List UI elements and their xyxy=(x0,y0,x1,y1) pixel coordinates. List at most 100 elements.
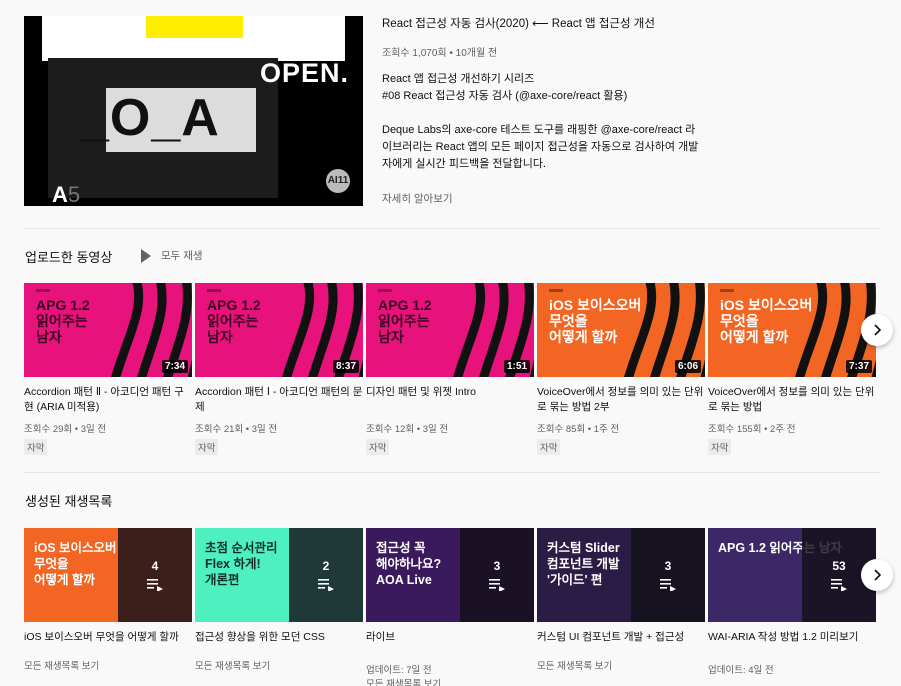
video-card[interactable]: iOS 보이스오버 무엇을 어떻게 할까 7:37 VoiceOver에서 정보를 … xyxy=(708,283,876,456)
video-duration: 7:37 xyxy=(845,360,872,373)
playlist-count-overlay: 3 xyxy=(460,528,534,622)
playlists-next-button[interactable] xyxy=(861,559,893,591)
video-thumbnail[interactable]: APG 1.2 읽어주는 남자 7:34 xyxy=(24,283,192,377)
playlist-count: 3 xyxy=(664,559,672,573)
play-all-label: 모두 재생 xyxy=(161,250,203,262)
caption-badge: 자막 xyxy=(708,439,732,455)
featured-video-description: React 앱 접근성 개선하기 시리즈 #08 React 접근성 자동 검사… xyxy=(382,73,699,170)
thumbnail-text: APG 1.2 읽어주는 남자 xyxy=(378,297,432,345)
playlist-updated: 업데이트: 7일 전 xyxy=(366,665,432,676)
playlist-thumbnail[interactable]: iOS 보이스오버 무엇을 어떻게 할까 4 xyxy=(24,528,192,622)
video-duration: 6:06 xyxy=(674,360,701,373)
video-card[interactable]: iOS 보이스오버 무엇을 어떻게 할까 6:06 VoiceOver에서 정보를 … xyxy=(537,283,705,456)
playlist-thumbnail[interactable]: 초점 순서관리 Flex 하게! 개론편 2 xyxy=(195,528,363,622)
section-divider xyxy=(24,228,880,229)
thumbnail-logo-mark xyxy=(36,289,50,292)
caption-badge: 자막 xyxy=(195,439,219,455)
playlist-thumbnail[interactable]: APG 1.2 읽어주는 남자 53 xyxy=(708,528,876,622)
video-duration: 1:51 xyxy=(503,360,530,373)
video-meta: 조회수 21회 • 3일 전 xyxy=(195,424,278,435)
thumbnail-logo-mark xyxy=(549,289,563,292)
video-card[interactable]: APG 1.2 읽어주는 남자 8:37 Accordion 패턴 Ⅰ - 아코디언… xyxy=(195,283,363,456)
playlist-count: 3 xyxy=(493,559,501,573)
thumbnail-text: APG 1.2 읽어주는 남자 xyxy=(207,297,261,345)
caption-badge: 자막 xyxy=(366,439,390,455)
thumbnail-aoa-text: _O_A xyxy=(80,89,220,147)
playlist-count: 2 xyxy=(322,559,330,573)
caption-badge: 자막 xyxy=(24,439,48,455)
video-meta: 조회수 12회 • 3일 전 xyxy=(366,424,449,435)
playlist-title[interactable]: 라이브 xyxy=(366,630,534,660)
video-thumbnail[interactable]: iOS 보이스오버 무엇을 어떻게 할까 6:06 xyxy=(537,283,705,377)
video-thumbnail[interactable]: APG 1.2 읽어주는 남자 8:37 xyxy=(195,283,363,377)
playlist-thumbnail[interactable]: 커스텀 Slider 컴포넌트 개발 '가이드' 편 3 xyxy=(537,528,705,622)
video-title[interactable]: Accordion 패턴 Ⅱ - 아코디언 패턴 구현 (ARIA 미적용) xyxy=(24,385,192,415)
view-full-playlist-link[interactable]: 모든 재생목록 보기 xyxy=(537,660,705,674)
video-title[interactable]: 디자인 패턴 및 위젯 Intro xyxy=(366,385,534,415)
thumbnail-a5-text: A5 xyxy=(52,182,81,206)
video-duration: 7:34 xyxy=(161,360,188,373)
playlist-count-overlay: 4 xyxy=(118,528,192,622)
thumbnail-logo-mark xyxy=(207,289,221,292)
view-full-playlist-link[interactable]: 모든 재생목록 보기 xyxy=(24,660,192,674)
chevron-right-icon xyxy=(874,324,882,336)
playlist-icon xyxy=(489,579,505,591)
playlist-icon xyxy=(660,579,676,591)
playlist-card[interactable]: iOS 보이스오버 무엇을 어떻게 할까 4 iOS 보이스오버 무엇을 어떻게 할… xyxy=(24,528,192,674)
thumbnail-text: 커스텀 Slider 컴포넌트 개발 '가이드' 편 xyxy=(547,541,620,587)
thumbnail-text: 초점 순서관리 Flex 하게! 개론편 xyxy=(205,541,278,587)
playlist-count-overlay: 3 xyxy=(631,528,705,622)
video-meta: 조회수 155회 • 2주 전 xyxy=(708,424,796,435)
view-full-playlist-link[interactable]: 모든 재생목록 보기 xyxy=(195,660,363,674)
channel-logo-icon: AI11 xyxy=(326,169,350,193)
thumbnail-logo-mark xyxy=(720,289,734,292)
play-icon xyxy=(141,248,151,263)
uploads-section-title[interactable]: 업로드한 동영상 xyxy=(25,247,112,266)
video-meta: 조회수 85회 • 1주 전 xyxy=(537,424,620,435)
featured-video-thumbnail[interactable]: _O_A OPEN. A5 AI11 xyxy=(24,16,363,206)
playlist-thumbnail[interactable]: 접근성 꼭 해야하나요? AOA Live 3 xyxy=(366,528,534,622)
playlist-count: 4 xyxy=(151,559,159,573)
thumbnail-open-text: OPEN. xyxy=(259,58,349,88)
thumbnail-logo-mark xyxy=(378,289,392,292)
read-more-link[interactable]: 자세히 알아보기 xyxy=(382,191,453,206)
playlist-count: 53 xyxy=(832,559,846,573)
featured-video-meta: 조회수 1,070회 • 10개월 전 xyxy=(382,48,498,59)
playlist-title[interactable]: iOS 보이스오버 무엇을 어떻게 할까 xyxy=(24,630,192,660)
playlist-title[interactable]: 접근성 향상을 위한 모던 CSS xyxy=(195,630,363,660)
playlists-section-title: 생성된 재생목록 xyxy=(25,494,113,509)
uploads-next-button[interactable] xyxy=(861,314,893,346)
video-card[interactable]: APG 1.2 읽어주는 남자 1:51 디자인 패턴 및 위젯 Intro 조회수 … xyxy=(366,283,534,456)
video-title[interactable]: VoiceOver에서 정보를 의미 있는 단위로 묶는 방법 2부 xyxy=(537,385,705,415)
video-title[interactable]: Accordion 패턴 Ⅰ - 아코디언 패턴의 문제 xyxy=(195,385,363,415)
caption-badge: 자막 xyxy=(537,439,561,455)
video-title[interactable]: VoiceOver에서 정보를 의미 있는 단위로 묶는 방법 xyxy=(708,385,876,415)
thumbnail-text: APG 1.2 읽어주는 남자 xyxy=(36,297,90,345)
playlist-title[interactable]: WAI-ARIA 작성 방법 1.2 미리보기 xyxy=(708,630,876,660)
featured-video-title[interactable]: React 접근성 자동 검사(2020) ⟵ React 앱 접근성 개선 xyxy=(382,16,702,32)
view-full-playlist-link[interactable]: 모든 재생목록 보기 xyxy=(366,678,534,686)
playlist-card[interactable]: APG 1.2 읽어주는 남자 53 WAI-ARIA 작성 방법 1.2 미리보기… xyxy=(708,528,876,678)
playlist-card[interactable]: 접근성 꼭 해야하나요? AOA Live 3 라이브업데이트: 7일 전모든 재생… xyxy=(366,528,534,686)
playlist-card[interactable]: 커스텀 Slider 컴포넌트 개발 '가이드' 편 3 커스텀 UI 컴포넌트 개… xyxy=(537,528,705,674)
playlist-icon xyxy=(318,579,334,591)
thumbnail-text: iOS 보이스오버 무엇을 어떻게 할까 xyxy=(34,541,117,587)
playlist-card[interactable]: 초점 순서관리 Flex 하게! 개론편 2 접근성 향상을 위한 모던 CSS 모든… xyxy=(195,528,363,674)
video-thumbnail[interactable]: APG 1.2 읽어주는 남자 1:51 xyxy=(366,283,534,377)
thumbnail-text: iOS 보이스오버 무엇을 어떻게 할까 xyxy=(549,297,642,345)
video-thumbnail[interactable]: iOS 보이스오버 무엇을 어떻게 할까 7:37 xyxy=(708,283,876,377)
video-meta: 조회수 29회 • 3일 전 xyxy=(24,424,107,435)
featured-video-info: React 접근성 자동 검사(2020) ⟵ React 앱 접근성 개선 조… xyxy=(382,16,702,183)
video-card[interactable]: APG 1.2 읽어주는 남자 7:34 Accordion 패턴 Ⅱ - 아코디언… xyxy=(24,283,192,456)
playlist-icon xyxy=(147,579,163,591)
thumbnail-yellow-block xyxy=(146,16,243,38)
section-divider xyxy=(24,472,880,473)
playlist-icon xyxy=(831,579,847,591)
play-all-button[interactable]: 모두 재생 xyxy=(141,248,203,263)
playlist-updated: 업데이트: 4일 전 xyxy=(708,665,774,676)
playlist-count-overlay: 2 xyxy=(289,528,363,622)
thumbnail-text: 접근성 꼭 해야하나요? AOA Live xyxy=(376,541,442,587)
playlist-title[interactable]: 커스텀 UI 컴포넌트 개발 + 접근성 xyxy=(537,630,705,660)
thumbnail-text: iOS 보이스오버 무엇을 어떻게 할까 xyxy=(720,297,813,345)
video-duration: 8:37 xyxy=(332,360,359,373)
